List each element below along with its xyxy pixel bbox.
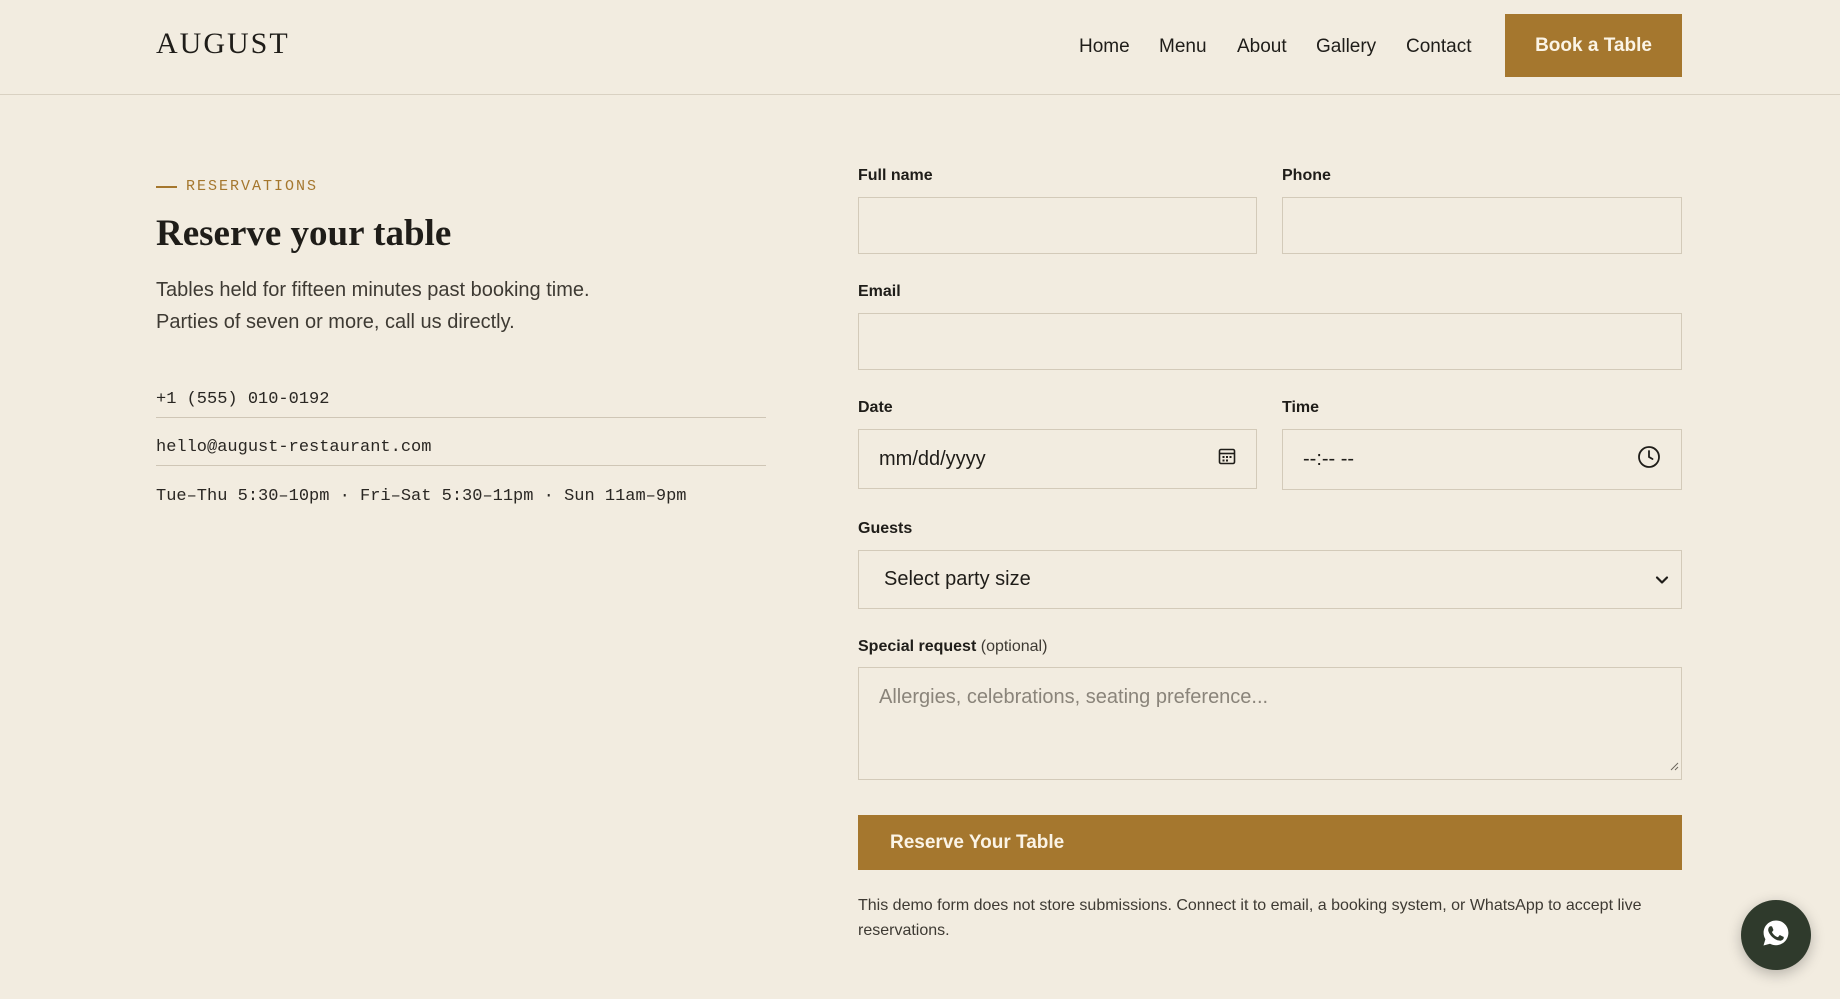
eyebrow-label: RESERVATIONS bbox=[186, 178, 319, 195]
opening-hours: Tue–Thu 5:30–10pm · Fri–Sat 5:30–11pm · … bbox=[156, 487, 687, 506]
eyebrow-dash bbox=[156, 185, 177, 188]
time-field[interactable]: --:-- -- bbox=[1282, 429, 1682, 490]
full-name-label: Full name bbox=[858, 167, 933, 184]
book-table-button[interactable]: Book a Table bbox=[1505, 14, 1682, 77]
logo[interactable]: AUGUST bbox=[156, 27, 290, 61]
special-request-label: Special request (optional) bbox=[858, 638, 1047, 656]
nav-about[interactable]: About bbox=[1237, 36, 1287, 58]
whatsapp-icon bbox=[1760, 917, 1792, 954]
guests-selected-value: Select party size bbox=[884, 568, 1031, 590]
nav-menu[interactable]: Menu bbox=[1159, 36, 1207, 58]
full-name-field[interactable] bbox=[858, 197, 1257, 254]
whatsapp-chat-button[interactable] bbox=[1741, 900, 1811, 970]
site-header: AUGUST Home Menu About Gallery Contact B… bbox=[0, 0, 1840, 95]
contact-email[interactable]: hello@august-restaurant.com bbox=[156, 438, 766, 466]
time-label: Time bbox=[1282, 399, 1320, 416]
section-eyebrow: RESERVATIONS bbox=[156, 178, 318, 195]
date-placeholder: mm/dd/yyyy bbox=[879, 447, 986, 470]
resize-grip-icon[interactable] bbox=[1669, 754, 1679, 777]
special-request-placeholder: Allergies, celebrations, seating prefere… bbox=[879, 686, 1269, 708]
contact-phone[interactable]: +1 (555) 010-0192 bbox=[156, 390, 766, 418]
optional-tag: (optional) bbox=[980, 638, 1048, 655]
page-description: Tables held for fifteen minutes past boo… bbox=[156, 279, 590, 333]
guests-label: Guests bbox=[858, 520, 913, 537]
time-placeholder: --:-- -- bbox=[1303, 448, 1355, 470]
phone-field[interactable] bbox=[1282, 197, 1682, 254]
nav-gallery[interactable]: Gallery bbox=[1316, 36, 1376, 58]
nav-contact[interactable]: Contact bbox=[1406, 36, 1471, 58]
guests-select[interactable]: Select party size bbox=[858, 550, 1682, 609]
special-request-label-text: Special request bbox=[858, 638, 977, 655]
special-request-textarea[interactable]: Allergies, celebrations, seating prefere… bbox=[858, 667, 1682, 780]
calendar-icon[interactable] bbox=[1218, 447, 1236, 471]
email-label: Email bbox=[858, 283, 901, 300]
chevron-down-icon bbox=[1655, 568, 1669, 591]
nav-home[interactable]: Home bbox=[1079, 36, 1130, 58]
demo-form-note: This demo form does not store submission… bbox=[858, 897, 1642, 939]
date-field[interactable]: mm/dd/yyyy bbox=[858, 429, 1257, 489]
date-label: Date bbox=[858, 399, 893, 416]
clock-icon[interactable] bbox=[1637, 445, 1661, 475]
page-title: Reserve your table bbox=[156, 213, 452, 254]
phone-label: Phone bbox=[1282, 167, 1331, 184]
reserve-submit-button[interactable]: Reserve Your Table bbox=[858, 815, 1682, 870]
email-field[interactable] bbox=[858, 313, 1682, 370]
